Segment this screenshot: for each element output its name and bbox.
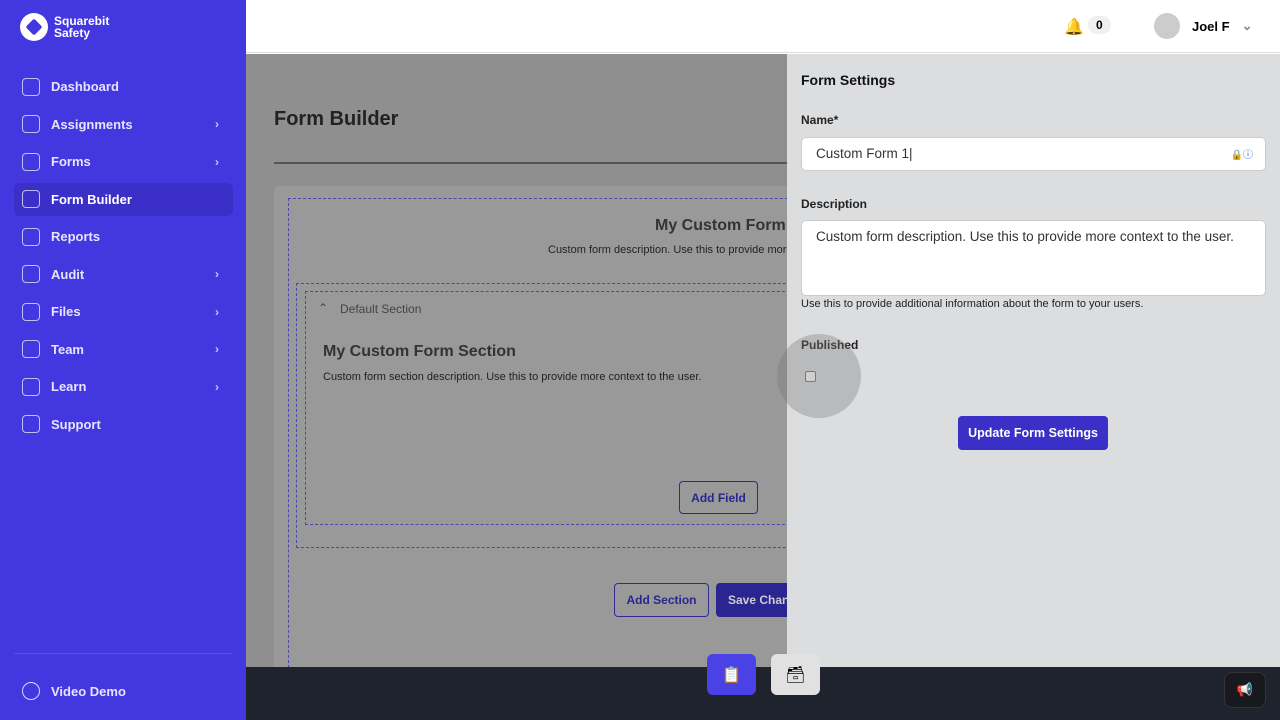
sidebar-item-label: Form Builder <box>51 191 132 207</box>
sidebar-item-form-builder[interactable]: Form Builder <box>14 182 233 216</box>
user-menu[interactable]: Joel F ⌄ <box>1154 13 1252 39</box>
chevron-right-icon: › <box>215 304 219 319</box>
page-title: Form Builder <box>274 108 399 130</box>
section-label: Default Section <box>340 302 422 316</box>
form-settings-panel: Form Settings Name* Custom Form 1| 🔒ⓘ Des… <box>787 54 1280 667</box>
name-input[interactable]: Custom Form 1| 🔒ⓘ <box>801 137 1266 171</box>
sidebar-item-support[interactable]: Support <box>14 408 233 441</box>
divider <box>14 653 232 654</box>
click-indicator <box>777 334 861 418</box>
description-textarea[interactable]: Custom form description. Use this to pro… <box>801 220 1266 296</box>
pie-chart-icon <box>22 227 40 246</box>
form-title: My Custom Form <box>655 217 786 234</box>
save-changes-button[interactable]: Save Changes <box>716 583 787 617</box>
section-description: Custom form section description. Use thi… <box>323 371 702 383</box>
logo-icon <box>20 13 48 41</box>
sidebar-item-reports[interactable]: Reports <box>14 220 233 253</box>
notification-count: 0 <box>1088 16 1111 34</box>
avatar <box>1154 13 1180 39</box>
chevron-right-icon: › <box>215 379 219 394</box>
sidebar-item-label: Dashboard <box>51 79 119 94</box>
sidebar-item-assignments[interactable]: Assignments › <box>14 108 233 141</box>
sidebar-item-learn[interactable]: Learn › <box>14 370 233 403</box>
chevron-right-icon: › <box>215 267 219 281</box>
update-form-settings-button[interactable]: Update Form Settings <box>958 416 1108 450</box>
chevron-down-icon: ⌄ <box>1241 18 1253 33</box>
chevron-right-icon: › <box>215 154 219 169</box>
brand-subname: Safety <box>54 26 91 40</box>
sidebar-nav: Dashboard Assignments › Forms › Form Builder R… <box>14 70 233 445</box>
lifebuoy-icon <box>22 415 40 433</box>
collapse-icon[interactable]: ⌃ <box>318 301 328 315</box>
divider <box>274 162 787 164</box>
sidebar-item-team[interactable]: Team › <box>14 333 233 366</box>
sidebar-item-label: Assignments <box>51 116 133 132</box>
description-label: Description <box>801 197 868 211</box>
home-icon <box>22 77 40 96</box>
sidebar-item-label: Video Demo <box>51 683 126 699</box>
sidebar-item-label: Support <box>51 416 101 432</box>
add-field-button[interactable]: Add Field <box>679 481 758 514</box>
form-description: Custom form description. Use this to pro… <box>548 244 787 256</box>
add-section-button[interactable]: Add Section <box>614 583 709 617</box>
description-help: Use this to provide additional informati… <box>801 298 1144 310</box>
megaphone-icon[interactable]: 📢 <box>1224 672 1266 708</box>
main-content: Form Builder My Custom Form Custom form … <box>246 54 787 667</box>
sidebar-item-label: Files <box>51 304 81 319</box>
bottom-bar <box>246 667 1280 720</box>
sidebar: Squarebit Safety Dashboard Assignments › For… <box>0 0 246 720</box>
bell-icon[interactable]: 🔔 <box>1064 17 1084 37</box>
sidebar-item-forms[interactable]: Forms › <box>14 145 233 178</box>
password-manager-icon[interactable]: 🔒ⓘ <box>1231 146 1253 166</box>
user-name: Joel F <box>1192 18 1230 34</box>
users-icon <box>22 340 40 358</box>
inbox-icon[interactable]: 🗃 <box>771 654 820 695</box>
sidebar-item-audit[interactable]: Audit › <box>14 258 233 291</box>
clipboard-icon <box>22 265 40 283</box>
sidebar-item-label: Forms <box>51 154 91 169</box>
calendar-icon <box>22 115 40 133</box>
sidebar-item-dashboard[interactable]: Dashboard <box>14 70 233 103</box>
sidebar-item-files[interactable]: Files › <box>14 295 233 328</box>
gear-icon <box>22 682 40 700</box>
sidebar-item-label: Reports <box>51 229 101 244</box>
clipboard-check-icon[interactable]: 📋 <box>707 654 756 695</box>
logo[interactable]: Squarebit Safety <box>20 13 109 41</box>
chevron-right-icon: › <box>215 117 219 131</box>
sidebar-item-label: Learn <box>51 379 87 394</box>
documents-icon <box>22 152 40 171</box>
chevron-right-icon: › <box>215 342 219 356</box>
name-label: Name* <box>801 113 839 127</box>
panel-title: Form Settings <box>801 72 896 88</box>
sidebar-item-label: Audit <box>51 266 85 282</box>
sidebar-item-video-demo[interactable]: Video Demo <box>22 682 126 700</box>
folder-icon <box>22 302 40 321</box>
graduation-cap-icon <box>22 377 40 396</box>
tools-icon <box>22 190 40 208</box>
sidebar-item-label: Team <box>51 341 84 357</box>
topbar: 🔔 0 Joel F ⌄ <box>246 0 1280 53</box>
section-title: My Custom Form Section <box>323 343 516 360</box>
